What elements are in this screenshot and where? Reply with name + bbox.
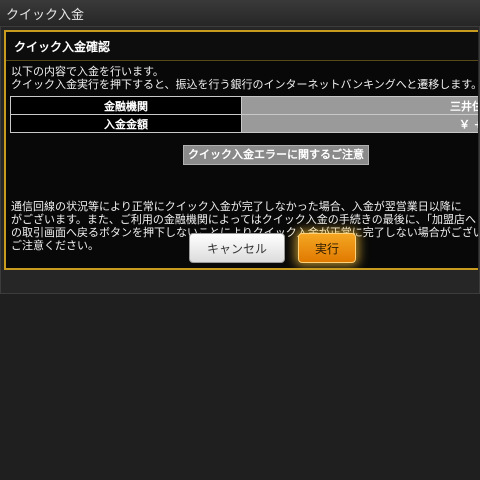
dialog-title: クイック入金確認 bbox=[14, 40, 111, 54]
bank-value: 三井住 bbox=[241, 96, 478, 115]
intro-text: 以下の内容で入金を行います。 クイック入金実行を押下すると、振込を行う銀行のイン… bbox=[11, 65, 478, 91]
execute-button[interactable]: 実行 bbox=[298, 233, 356, 263]
notice-line: 通信回線の状況等により正常にクイック入金が完了しなかった場合、入金が翌営業日以降… bbox=[11, 200, 462, 213]
quick-deposit-error-notice-link[interactable]: クイック入金エラーに関するご注意 bbox=[183, 145, 369, 165]
amount-label: 入金金額 bbox=[10, 114, 242, 133]
dialog-header: クイック入金確認 bbox=[6, 32, 478, 61]
intro-line: 以下の内容で入金を行います。 bbox=[11, 65, 164, 78]
table-row: 入金金額 ￥ + bbox=[10, 114, 478, 133]
confirm-dialog: クイック入金確認 以下の内容で入金を行います。 クイック入金実行を押下すると、振… bbox=[4, 30, 478, 270]
amount-value: ￥ + bbox=[241, 114, 478, 133]
notice-line: がございます。また、ご利用の金融機関によってはクイック入金の手続きの最後に、「加… bbox=[11, 213, 476, 226]
window-titlebar: クイック入金 bbox=[0, 0, 480, 27]
deposit-details-table: 金融機関 三井住 入金金額 ￥ + bbox=[10, 96, 478, 133]
cancel-button[interactable]: キャンセル bbox=[189, 233, 285, 263]
window-title: クイック入金 bbox=[6, 8, 85, 23]
empty-background-area bbox=[0, 296, 480, 480]
intro-line: クイック入金実行を押下すると、振込を行う銀行のインターネットバンキングへと遷移し… bbox=[11, 78, 478, 91]
table-row: 金融機関 三井住 bbox=[10, 96, 478, 115]
bank-label: 金融機関 bbox=[10, 96, 242, 115]
